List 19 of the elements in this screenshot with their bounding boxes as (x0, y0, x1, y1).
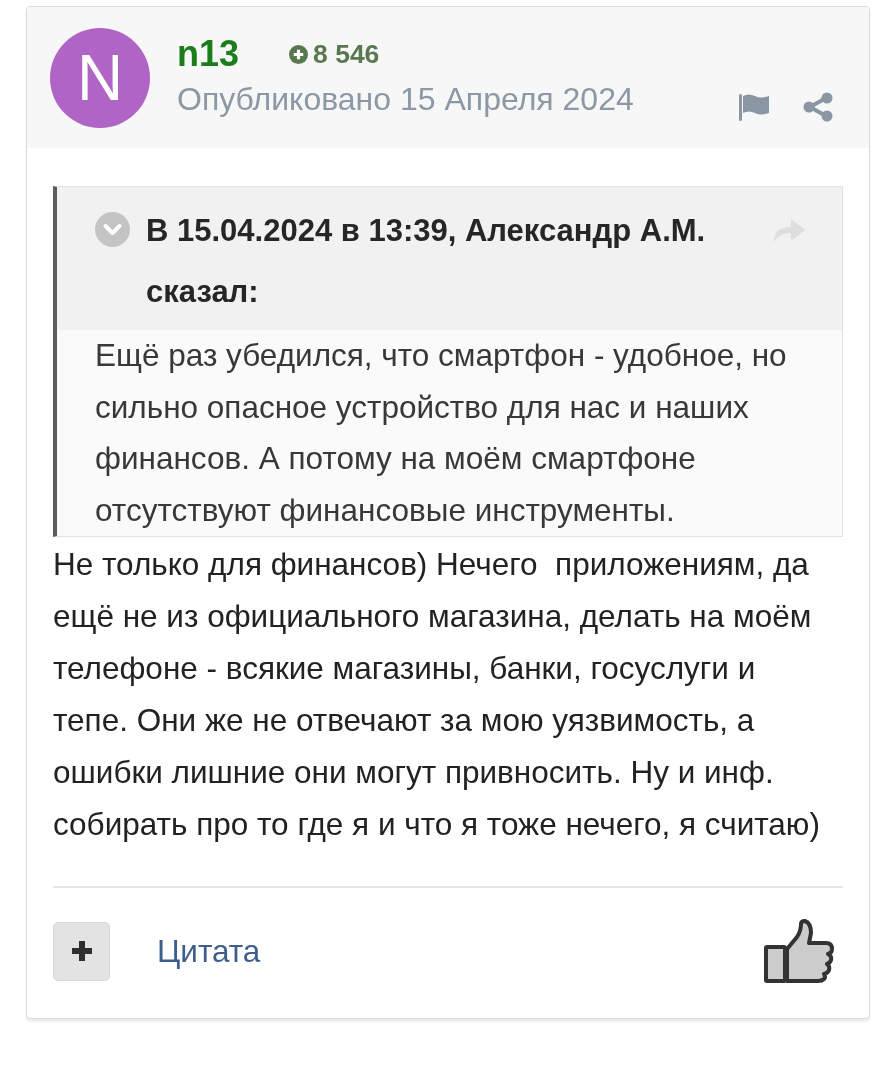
published-date: Опубликовано 15 Апреля 2024 (177, 81, 634, 117)
plus-circle-icon (289, 44, 309, 64)
share-icon (803, 92, 833, 122)
quote-text: Ещё раз убедился, что смартфон - удобное, но сильно опасное устройство для нас и наших финансов. А потому на моём смартфоне отсутствуют финансовые инструменты. (57, 330, 842, 536)
author-name[interactable]: n13 (177, 33, 240, 75)
avatar[interactable]: N (50, 28, 150, 128)
flag-icon (738, 93, 770, 121)
reputation-count: 8 546 (313, 38, 380, 70)
quote-link[interactable]: Цитата (157, 932, 261, 970)
thumbs-up-icon (764, 919, 834, 983)
quote-citation: В 15.04.2024 в 13:39, Александр А.М. сказал: (146, 212, 707, 311)
multiquote-button[interactable] (53, 921, 110, 981)
share-button[interactable] (803, 92, 833, 122)
collapse-quote-button[interactable] (95, 212, 130, 247)
report-button[interactable] (738, 93, 770, 121)
like-button[interactable] (764, 919, 834, 983)
post-text: Не только для финансов) Нечего приложениям, да ещё не из официального магазина, делать на моём телефоне - всякие магазины, банки, госуслуги и тепе. Они же не отвечают за мою уязвимость, а ошибки лишние они могут привносить. Ну и инф. собирать про то где я и что я тоже нечего, я считаю) (53, 545, 821, 844)
chevron-down-circle-icon (95, 212, 130, 247)
plus-icon (70, 940, 93, 962)
